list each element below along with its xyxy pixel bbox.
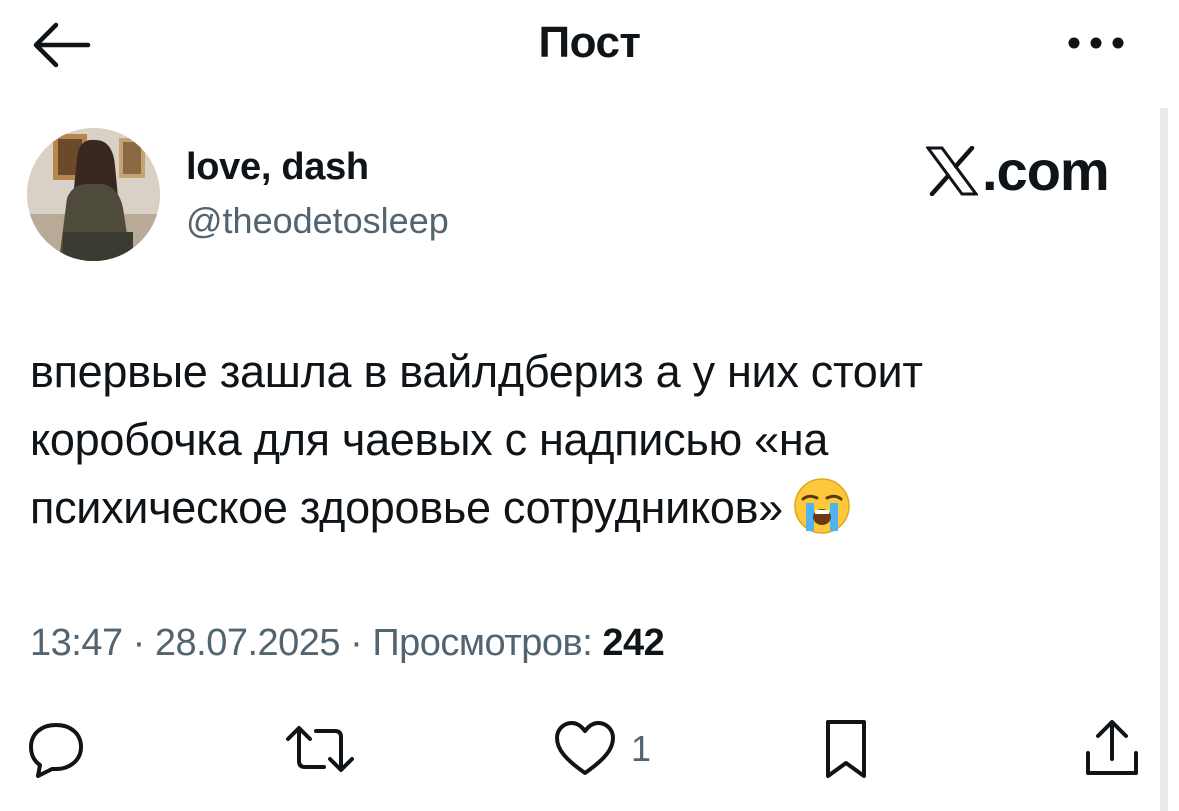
more-horizontal-icon [1068, 37, 1124, 49]
post-time[interactable]: 13:47 [30, 622, 123, 664]
bookmark-button[interactable] [820, 716, 872, 782]
reply-bubble-icon [29, 723, 83, 778]
meta-separator: · [132, 622, 146, 664]
scrollbar-track[interactable] [1160, 108, 1168, 811]
post-body: впервые зашла в вайлдбериз а у них стоит… [30, 338, 1140, 542]
x-logo-icon [926, 146, 978, 196]
more-options-button[interactable] [1064, 28, 1128, 58]
bookmark-icon [826, 720, 866, 778]
share-button[interactable] [1082, 716, 1142, 782]
page-title: Пост [538, 18, 641, 67]
author-handle[interactable]: @theodetosleep [186, 200, 449, 242]
views-label: Просмотров: [372, 622, 593, 664]
loudly-crying-face-emoji [793, 477, 851, 535]
brand-watermark: .com [926, 140, 1126, 202]
repost-button[interactable] [284, 716, 356, 782]
like-button[interactable]: 1 [553, 716, 651, 782]
post-text-line: коробочка для чаевых с надписью «на [30, 414, 829, 465]
heart-icon [555, 721, 615, 775]
post-text-line: впервые зашла в вайлдбериз а у них стоит [30, 346, 923, 397]
repost-icon [286, 726, 354, 772]
like-count: 1 [631, 728, 652, 769]
views-count[interactable]: 242 [602, 622, 664, 664]
meta-separator: · [350, 622, 363, 664]
reply-button[interactable] [26, 716, 86, 782]
brand-domain: .com [982, 139, 1110, 202]
post-meta: 13:47 · 28.07.2025 · Просмотров: 242 [30, 622, 665, 665]
top-bar: Пост [0, 0, 1179, 90]
author-display-name[interactable]: love, dash [186, 146, 369, 189]
post-date[interactable]: 28.07.2025 [155, 622, 341, 664]
post-text-line-last: психическое здоровье сотрудников» [30, 474, 1140, 542]
post-page: Пост love, dash @theodetosleep .com впер… [0, 0, 1179, 811]
post-text-line-content: психическое здоровье сотрудников» [30, 482, 783, 533]
share-icon [1086, 720, 1138, 775]
profile-photo [27, 128, 160, 261]
avatar[interactable] [27, 128, 160, 261]
